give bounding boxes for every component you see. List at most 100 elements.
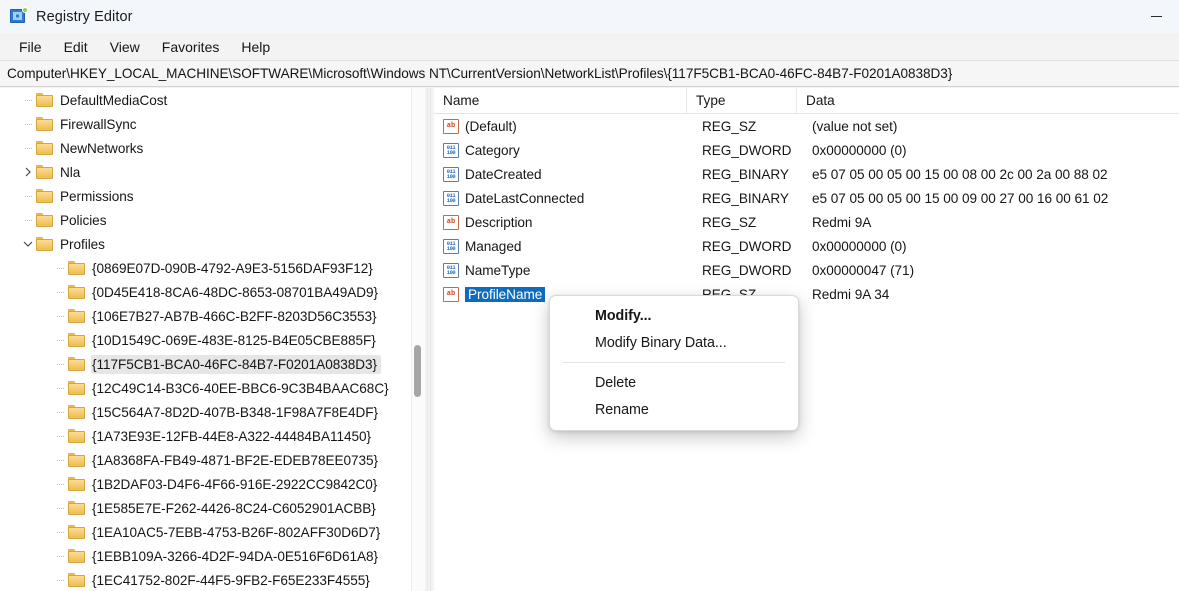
tree-item-label: {15C564A7-8D2D-407B-B348-1F98A7F8E4DF} bbox=[92, 404, 379, 420]
tree-item[interactable]: {1EA10AC5-7EBB-4753-B26F-802AFF30D6D7} bbox=[0, 520, 411, 544]
tree-item[interactable]: Permissions bbox=[0, 184, 411, 208]
tree-line-stub bbox=[52, 520, 68, 544]
tree-item[interactable]: {1EC41752-802F-44F5-9FB2-F65E233F4555} bbox=[0, 568, 411, 591]
window-controls bbox=[1133, 0, 1179, 33]
value-data: Redmi 9A bbox=[812, 214, 872, 230]
tree-item-label: FirewallSync bbox=[60, 116, 137, 132]
context-menu[interactable]: Modify... Modify Binary Data... Delete Rena… bbox=[549, 295, 799, 431]
tree-item[interactable]: {1A73E93E-12FB-44E8-A322-44484BA11450} bbox=[0, 424, 411, 448]
tree-item[interactable]: {12C49C14-B3C6-40EE-BBC6-9C3B4BAAC68C} bbox=[0, 376, 411, 400]
string-value-icon: ab bbox=[443, 118, 459, 134]
tree-line-stub bbox=[20, 184, 36, 208]
menu-item-edit[interactable]: Edit bbox=[53, 36, 99, 58]
tree-item[interactable]: {106E7B27-AB7B-466C-B2FF-8203D56C3553} bbox=[0, 304, 411, 328]
folder-icon bbox=[36, 141, 53, 155]
value-row[interactable]: 011 100 NameType REG_DWORD 0x00000047 (71) bbox=[434, 258, 1179, 282]
tree-line-stub bbox=[52, 496, 68, 520]
value-row[interactable]: 011 100 DateCreated REG_BINARY e5 07 05 00 0… bbox=[434, 162, 1179, 186]
tree-item-label: {1E585E7E-F262-4426-8C24-C6052901ACBB} bbox=[92, 500, 376, 516]
value-data: e5 07 05 00 05 00 15 00 08 00 2c 00 2a 0… bbox=[812, 166, 1108, 182]
folder-icon bbox=[68, 333, 85, 347]
tree-item[interactable]: Nla bbox=[0, 160, 411, 184]
registry-editor-window: Registry Editor File Edit View Favorites Hel… bbox=[0, 0, 1179, 591]
value-row[interactable]: 011 100 DateLastConnected REG_BINARY e5 07 0… bbox=[434, 186, 1179, 210]
string-value-icon: ab bbox=[443, 286, 459, 302]
menu-item-favorites[interactable]: Favorites bbox=[151, 36, 231, 58]
tree-line-stub bbox=[52, 400, 68, 424]
registry-values-list[interactable]: Name Type Data ab (Default) REG_SZ (value n… bbox=[434, 88, 1179, 591]
chevron-right-icon[interactable] bbox=[20, 160, 36, 184]
value-name: Category bbox=[465, 142, 520, 158]
tree-item-selected[interactable]: {117F5CB1-BCA0-46FC-84B7-F0201A0838D3} bbox=[0, 352, 411, 376]
tree-item[interactable]: {0D45E418-8CA6-48DC-8653-08701BA49AD9} bbox=[0, 280, 411, 304]
value-row[interactable]: 011 100 Category REG_DWORD 0x00000000 (0) bbox=[434, 138, 1179, 162]
value-row[interactable]: ab Description REG_SZ Redmi 9A bbox=[434, 210, 1179, 234]
value-row[interactable]: 011 100 Managed REG_DWORD 0x00000000 (0) bbox=[434, 234, 1179, 258]
menu-item-view[interactable]: View bbox=[99, 36, 151, 58]
binary-value-icon: 011 100 bbox=[443, 262, 459, 278]
column-header-type[interactable]: Type bbox=[686, 88, 796, 114]
folder-icon bbox=[68, 261, 85, 275]
binary-value-icon: 011 100 bbox=[443, 142, 459, 158]
value-type: REG_DWORD bbox=[702, 238, 792, 254]
tree-line-stub bbox=[52, 352, 68, 376]
folder-icon bbox=[68, 573, 85, 587]
tree-item[interactable]: FirewallSync bbox=[0, 112, 411, 136]
tree-item[interactable]: {10D1549C-069E-483E-8125-B4E05CBE885F} bbox=[0, 328, 411, 352]
window-title: Registry Editor bbox=[36, 8, 133, 25]
registry-path: Computer\HKEY_LOCAL_MACHINE\SOFTWARE\Mic… bbox=[7, 66, 953, 81]
value-row-selected[interactable]: ab ProfileName REG_SZ Redmi 9A 34 bbox=[434, 282, 1179, 306]
tree-item[interactable]: {1EBB109A-3266-4D2F-94DA-0E516F6D61A8} bbox=[0, 544, 411, 568]
tree-line-stub bbox=[52, 568, 68, 591]
value-type: REG_SZ bbox=[702, 214, 757, 230]
title-bar: Registry Editor bbox=[0, 0, 1179, 33]
column-header-data[interactable]: Data bbox=[796, 88, 1179, 114]
folder-icon bbox=[68, 477, 85, 491]
address-bar[interactable]: Computer\HKEY_LOCAL_MACHINE\SOFTWARE\Mic… bbox=[0, 60, 1179, 87]
value-data: 0x00000000 (0) bbox=[812, 142, 907, 158]
menu-item-help[interactable]: Help bbox=[230, 36, 281, 58]
tree-item[interactable]: DefaultMediaCost bbox=[0, 88, 411, 112]
folder-icon bbox=[36, 237, 53, 251]
minimize-button[interactable] bbox=[1133, 0, 1179, 33]
tree-item[interactable]: Profiles bbox=[0, 232, 411, 256]
tree-item[interactable]: {1A8368FA-FB49-4871-BF2E-EDEB78EE0735} bbox=[0, 448, 411, 472]
tree-scrollbar-thumb[interactable] bbox=[414, 345, 421, 397]
registry-key-tree[interactable]: DefaultMediaCost FirewallSync NewNetworks N… bbox=[0, 88, 411, 591]
value-type: REG_BINARY bbox=[702, 166, 789, 182]
tree-line-stub bbox=[52, 448, 68, 472]
pane-splitter[interactable] bbox=[427, 88, 431, 591]
folder-icon bbox=[68, 525, 85, 539]
folder-icon bbox=[36, 189, 53, 203]
value-name-highlight: ProfileName bbox=[465, 286, 546, 302]
value-data: 0x00000000 (0) bbox=[812, 238, 907, 254]
tree-item[interactable]: {1B2DAF03-D4F6-4F66-916E-2922CC9842C0} bbox=[0, 472, 411, 496]
menu-item-file[interactable]: File bbox=[8, 36, 53, 58]
tree-item-label: {1A8368FA-FB49-4871-BF2E-EDEB78EE0735} bbox=[92, 452, 379, 468]
tree-item-label: DefaultMediaCost bbox=[60, 92, 168, 108]
tree-item-label: {117F5CB1-BCA0-46FC-84B7-F0201A0838D3} bbox=[91, 354, 381, 374]
folder-icon bbox=[68, 357, 85, 371]
value-name: (Default) bbox=[465, 118, 517, 134]
context-menu-item-rename[interactable]: Rename bbox=[550, 396, 798, 423]
folder-icon bbox=[68, 405, 85, 419]
tree-scrollbar[interactable] bbox=[411, 88, 425, 591]
value-name: Managed bbox=[465, 238, 522, 254]
tree-item-label: {12C49C14-B3C6-40EE-BBC6-9C3B4BAAC68C} bbox=[92, 380, 389, 396]
tree-item-label: Profiles bbox=[60, 236, 105, 252]
tree-item[interactable]: {0869E07D-090B-4792-A9E3-5156DAF93F12} bbox=[0, 256, 411, 280]
tree-item[interactable]: Policies bbox=[0, 208, 411, 232]
context-menu-item-modify[interactable]: Modify... bbox=[550, 302, 798, 329]
binary-value-icon: 011 100 bbox=[443, 190, 459, 206]
chevron-down-icon[interactable] bbox=[20, 232, 36, 256]
folder-icon bbox=[68, 453, 85, 467]
context-menu-item-modify-binary-data[interactable]: Modify Binary Data... bbox=[550, 329, 798, 356]
tree-item-label: {1EC41752-802F-44F5-9FB2-F65E233F4555} bbox=[92, 572, 370, 588]
tree-item[interactable]: NewNetworks bbox=[0, 136, 411, 160]
context-menu-item-delete[interactable]: Delete bbox=[550, 369, 798, 396]
tree-item[interactable]: {1E585E7E-F262-4426-8C24-C6052901ACBB} bbox=[0, 496, 411, 520]
column-header-name[interactable]: Name bbox=[434, 88, 686, 114]
tree-item-label: {1EBB109A-3266-4D2F-94DA-0E516F6D61A8} bbox=[92, 548, 379, 564]
tree-item[interactable]: {15C564A7-8D2D-407B-B348-1F98A7F8E4DF} bbox=[0, 400, 411, 424]
value-row[interactable]: ab (Default) REG_SZ (value not set) bbox=[434, 114, 1179, 138]
